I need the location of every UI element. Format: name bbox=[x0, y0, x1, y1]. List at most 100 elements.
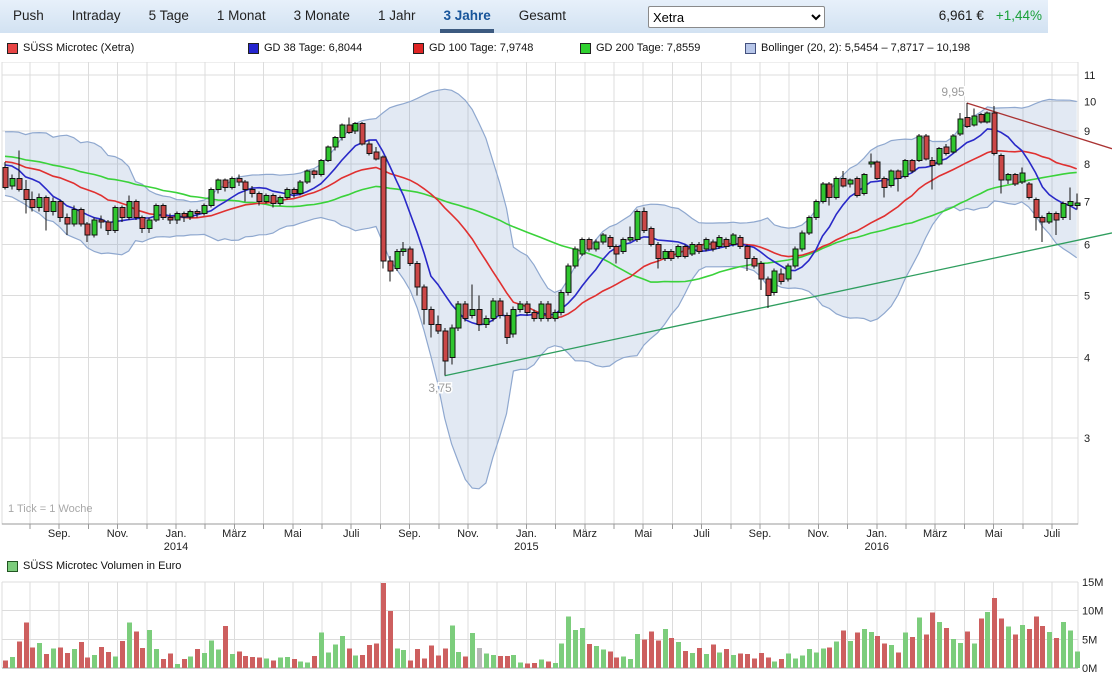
volume-bar bbox=[72, 649, 77, 668]
candle bbox=[601, 235, 606, 242]
svg-text:Juli: Juli bbox=[693, 528, 710, 540]
volume-bar bbox=[381, 583, 386, 668]
tab-intraday[interactable]: Intraday bbox=[69, 0, 124, 33]
candle bbox=[869, 162, 874, 164]
volume-bar bbox=[999, 619, 1004, 668]
tab-3-monate[interactable]: 3 Monate bbox=[291, 0, 353, 33]
volume-bar bbox=[752, 658, 757, 668]
volume-bar bbox=[319, 633, 324, 669]
volume-bar bbox=[930, 612, 935, 668]
volume-bar bbox=[51, 649, 56, 669]
volume-bar bbox=[120, 641, 125, 668]
candle bbox=[30, 199, 35, 207]
candle bbox=[704, 240, 709, 249]
candle bbox=[779, 274, 784, 282]
candle bbox=[848, 180, 853, 184]
volume-bar bbox=[958, 643, 963, 668]
candle bbox=[683, 247, 688, 257]
candle bbox=[292, 190, 297, 194]
tab-gesamt[interactable]: Gesamt bbox=[516, 0, 569, 33]
volume-bar bbox=[704, 654, 709, 668]
candle bbox=[566, 266, 571, 292]
volume-bar bbox=[257, 658, 262, 668]
volume-bar bbox=[463, 657, 468, 669]
candle bbox=[697, 244, 702, 251]
svg-text:Mai: Mai bbox=[634, 528, 652, 540]
volume-bar bbox=[30, 647, 35, 668]
candle bbox=[518, 304, 523, 310]
volume-bar bbox=[511, 655, 516, 668]
candle bbox=[99, 220, 104, 222]
volume-bar bbox=[711, 645, 716, 669]
legend-item-gd-100-tage: GD 100 Tage: 7,9748 bbox=[413, 42, 533, 54]
tab-1-jahr[interactable]: 1 Jahr bbox=[375, 0, 419, 33]
volume-bar bbox=[58, 647, 63, 668]
candle bbox=[594, 242, 599, 249]
candle bbox=[484, 319, 489, 325]
candle bbox=[772, 271, 777, 292]
volume-bar bbox=[401, 650, 406, 668]
candle bbox=[237, 178, 242, 182]
volume-bar bbox=[1047, 632, 1052, 668]
candle bbox=[415, 264, 420, 287]
volume-bar bbox=[614, 658, 619, 668]
volume-bar bbox=[353, 655, 358, 668]
candle bbox=[491, 301, 496, 319]
candle bbox=[285, 190, 290, 198]
svg-text:9: 9 bbox=[1084, 126, 1090, 138]
candle bbox=[972, 116, 977, 125]
candle bbox=[147, 220, 152, 229]
candle bbox=[1034, 199, 1039, 217]
volume-bar bbox=[271, 661, 276, 669]
candle bbox=[326, 147, 331, 161]
tab-1-monat[interactable]: 1 Monat bbox=[214, 0, 269, 33]
candle bbox=[408, 249, 413, 264]
price-x-axis: Sep.Nov.Jan.2014MärzMaiJuliSep.Nov.Jan.2… bbox=[48, 528, 1060, 553]
candle bbox=[161, 205, 166, 217]
tab-push[interactable]: Push bbox=[10, 0, 47, 33]
candle bbox=[223, 180, 228, 188]
indicator-legend: SÜSS Microtec (Xetra)GD 38 Tage: 6,8044G… bbox=[0, 40, 1112, 58]
volume-bar bbox=[663, 629, 668, 668]
volume-bar bbox=[243, 656, 248, 668]
volume-bar bbox=[285, 657, 290, 668]
tab-3-jahre[interactable]: 3 Jahre bbox=[440, 0, 493, 33]
candle bbox=[793, 249, 798, 266]
candle bbox=[257, 193, 262, 201]
volume-bar bbox=[1075, 651, 1080, 668]
candle bbox=[278, 197, 283, 203]
candle bbox=[814, 201, 819, 217]
candle bbox=[140, 218, 145, 229]
candle bbox=[85, 224, 90, 235]
candle bbox=[669, 251, 674, 258]
volume-bar bbox=[979, 619, 984, 668]
candle bbox=[429, 310, 434, 325]
volume-bar bbox=[779, 659, 784, 668]
volume-bar bbox=[347, 649, 352, 669]
legend-label: GD 38 Tage: 6,8044 bbox=[264, 42, 362, 54]
volume-bar bbox=[869, 632, 874, 668]
tab-5-tage[interactable]: 5 Tage bbox=[146, 0, 192, 33]
svg-text:März: März bbox=[923, 528, 947, 540]
volume-bar bbox=[292, 659, 297, 668]
volume-bar bbox=[1054, 638, 1059, 668]
volume-bar bbox=[800, 655, 805, 668]
price-chart: 11109876543Sep.Nov.Jan.2014MärzMaiJuliSe… bbox=[0, 62, 1112, 556]
volume-bar bbox=[450, 626, 455, 668]
volume-bar bbox=[230, 654, 235, 668]
volume-bar bbox=[367, 645, 372, 668]
candle bbox=[546, 304, 551, 319]
candle bbox=[855, 178, 860, 195]
legend-item-bollinger-20-2: Bollinger (20, 2): 5,5454 – 7,8717 – 10,… bbox=[745, 42, 970, 54]
volume-bar bbox=[546, 662, 551, 668]
candle bbox=[580, 240, 585, 254]
volume-bar bbox=[889, 645, 894, 668]
volume-chart: 15M10M5M0M bbox=[0, 578, 1112, 677]
volume-bar bbox=[333, 645, 338, 669]
volume-bar bbox=[814, 653, 819, 669]
exchange-select[interactable]: Xetra bbox=[648, 6, 825, 28]
volume-bar bbox=[862, 629, 867, 668]
volume-grid bbox=[2, 582, 1078, 668]
svg-text:5: 5 bbox=[1084, 290, 1090, 302]
volume-bar bbox=[690, 653, 695, 668]
